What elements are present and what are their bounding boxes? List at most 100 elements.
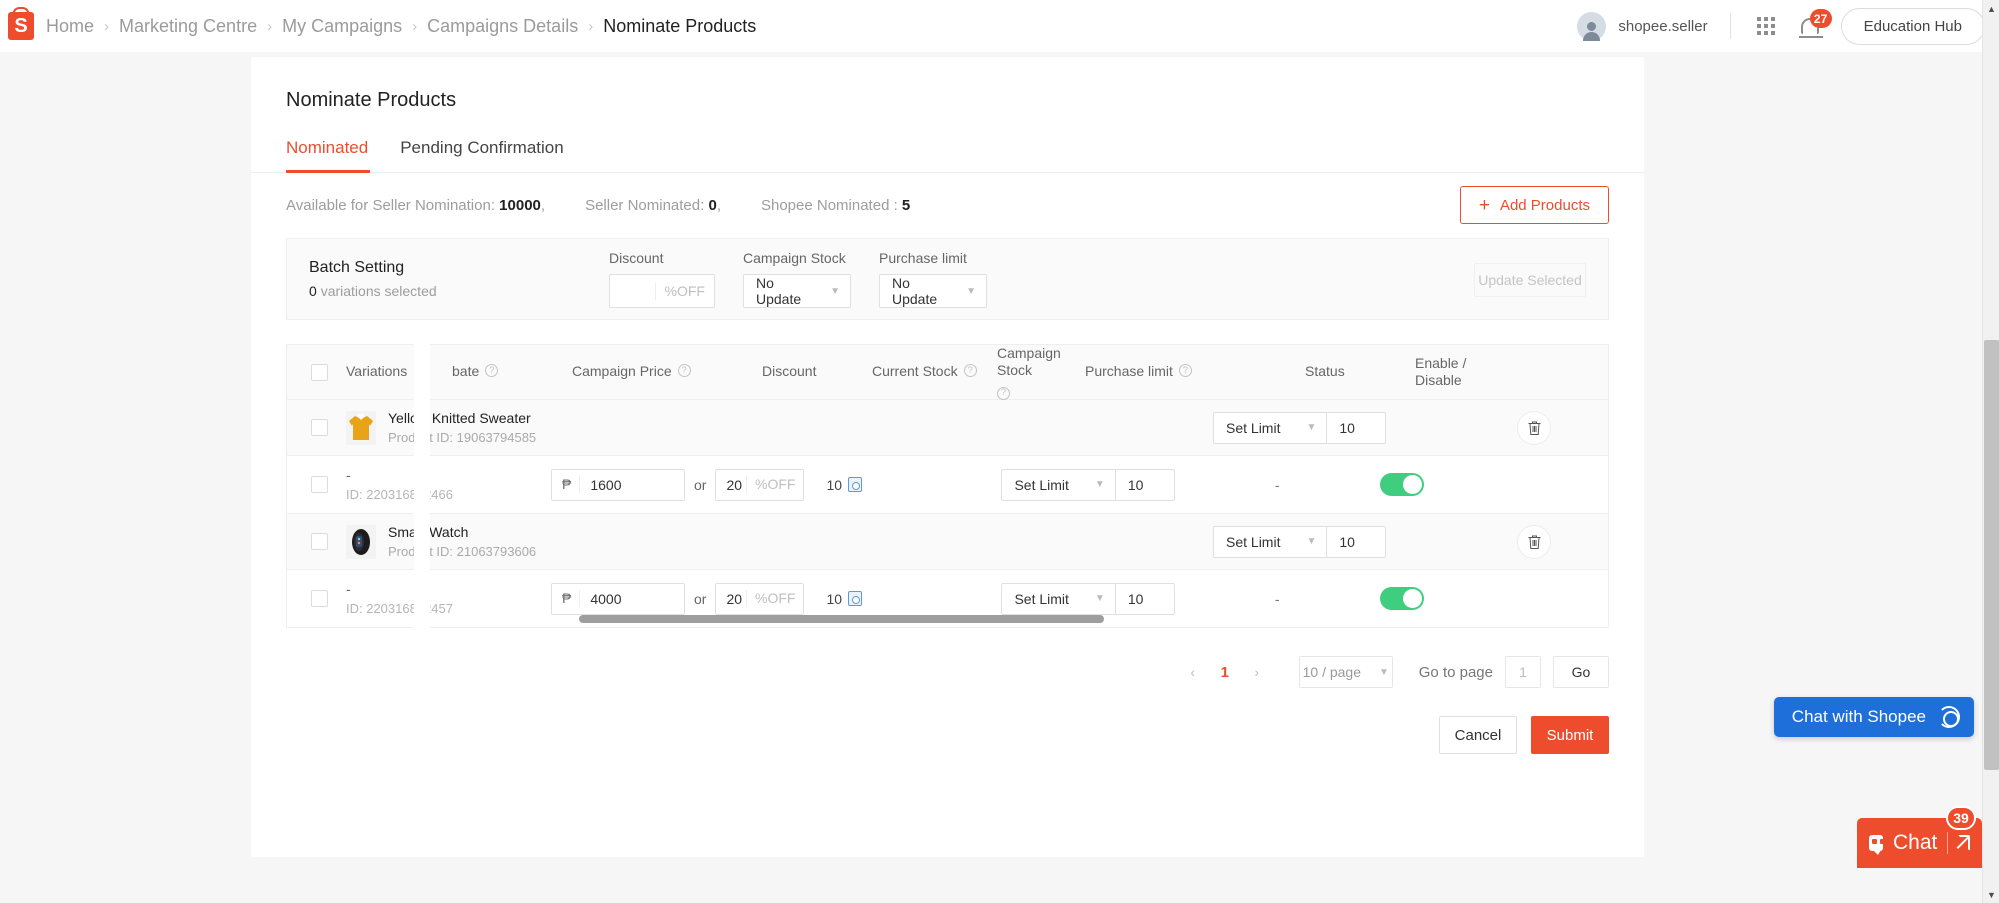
select-all-checkbox[interactable] — [311, 363, 328, 381]
notifications-button[interactable]: 27 — [1798, 9, 1832, 38]
user-menu[interactable]: shopee.seller — [1577, 11, 1729, 41]
or-label: or — [694, 476, 707, 493]
current-stock-cell: 10 — [826, 591, 911, 607]
scrollbar-thumb[interactable] — [1984, 340, 1999, 770]
variation-limit-value-input[interactable]: 10 — [1114, 582, 1175, 615]
update-selected-button[interactable]: Update Selected — [1474, 263, 1586, 297]
product-id: Product ID: 19063794585 — [388, 430, 537, 445]
product-thumbnail — [346, 410, 376, 445]
tab-nominated[interactable]: Nominated — [286, 138, 368, 173]
shopee-logo-icon[interactable]: S — [8, 12, 34, 40]
variation-limit-mode-select[interactable]: Set Limit ▼ — [1001, 468, 1115, 501]
product-row: Yellow Knitted Sweater Product ID: 19063… — [286, 400, 1609, 456]
divider — [1729, 13, 1731, 39]
go-to-page-input[interactable]: 1 — [1505, 656, 1541, 688]
percent-off-suffix: %OFF — [746, 590, 803, 607]
product-id: Product ID: 21063793606 — [388, 544, 537, 559]
scroll-down-arrow-icon[interactable]: ▼ — [1983, 886, 1999, 903]
batch-purchase-limit-field: Purchase limit No Update ▼ — [879, 250, 987, 308]
discount-input[interactable]: 20 %OFF — [715, 582, 805, 615]
product-row-checkbox[interactable] — [311, 419, 328, 436]
chat-with-shopee-button[interactable]: Chat with Shopee — [1773, 697, 1974, 737]
variation-info: - ID: 220316822457 — [346, 581, 456, 616]
batch-purchase-limit-select[interactable]: No Update ▼ — [879, 274, 987, 308]
tab-pending-confirmation[interactable]: Pending Confirmation — [400, 138, 563, 173]
batch-purchase-limit-label: Purchase limit — [879, 250, 967, 266]
product-limit-mode-select[interactable]: Set Limit ▼ — [1213, 525, 1327, 558]
current-stock-cell: 10 — [826, 477, 911, 493]
discount-value: 20 — [726, 590, 743, 607]
enable-disable-toggle[interactable] — [1379, 473, 1424, 496]
product-purchase-limit-group: Set Limit ▼ 10 — [1213, 525, 1387, 558]
cancel-button[interactable]: Cancel — [1439, 716, 1517, 754]
campaign-price-input[interactable]: ₱ 1600 — [551, 468, 685, 501]
enable-disable-toggle[interactable] — [1379, 587, 1424, 610]
go-button[interactable]: Go — [1553, 656, 1609, 688]
chevron-down-icon: ▼ — [1094, 593, 1105, 604]
help-icon[interactable]: ? — [963, 364, 977, 378]
help-icon[interactable]: ? — [1178, 364, 1192, 378]
trash-icon — [1528, 421, 1541, 435]
header-campaign-price-label: Campaign Price — [572, 363, 672, 380]
delete-product-button[interactable] — [1517, 524, 1552, 559]
campaign-price-value: 1600 — [590, 476, 622, 493]
apps-grid-icon[interactable] — [1756, 17, 1775, 35]
footer-actions: Cancel Submit — [251, 688, 1644, 754]
pagination-next-button[interactable]: › — [1241, 656, 1273, 688]
product-row-checkbox[interactable] — [311, 533, 328, 550]
submit-button[interactable]: Submit — [1531, 716, 1609, 754]
pagination: ‹ 1 › 10 / page ▼ Go to page 1 Go — [251, 628, 1644, 688]
product-limit-mode-select[interactable]: Set Limit ▼ — [1213, 411, 1327, 444]
product-limit-value-input[interactable]: 10 — [1326, 411, 1387, 444]
page-size-select[interactable]: 10 / page ▼ — [1298, 656, 1393, 688]
sweater-icon — [349, 413, 373, 442]
pagination-page-1[interactable]: 1 — [1209, 656, 1241, 688]
help-icon[interactable]: ? — [485, 364, 499, 378]
batch-setting-title: Batch Setting — [309, 259, 405, 276]
delete-product-button[interactable] — [1517, 410, 1552, 445]
discount-input[interactable]: 20 %OFF — [715, 468, 805, 501]
table-horizontal-scrollbar[interactable] — [579, 615, 1104, 623]
scroll-up-arrow-icon[interactable]: ▲ — [1983, 0, 1999, 17]
variation-id: ID: 220316822466 — [346, 487, 453, 502]
help-icon[interactable]: ? — [677, 364, 691, 378]
expand-icon[interactable] — [1958, 835, 1970, 851]
chevron-down-icon: ▼ — [1306, 422, 1317, 433]
variation-limit-value-input[interactable]: 10 — [1114, 468, 1175, 501]
campaign-price-input[interactable]: ₱ 4000 — [551, 582, 685, 615]
batch-campaign-stock-select[interactable]: No Update ▼ — [743, 274, 851, 308]
add-products-button[interactable]: + Add Products — [1459, 186, 1609, 224]
batch-selected-count: 0 variations selected — [309, 283, 609, 299]
product-limit-value-input[interactable]: 10 — [1326, 525, 1387, 558]
chat-bubble-icon — [1869, 835, 1885, 855]
page-scrollbar[interactable]: ▲ ▼ — [1982, 0, 1999, 903]
avatar — [1577, 11, 1607, 41]
variation-name: - — [346, 581, 351, 597]
top-bar: S Home › Marketing Centre › My Campaigns… — [0, 0, 1999, 52]
batch-discount-input[interactable]: %OFF — [609, 274, 715, 308]
percent-off-suffix: %OFF — [746, 476, 803, 493]
summary-value: 5 — [901, 197, 911, 214]
education-hub-button[interactable]: Education Hub — [1840, 7, 1985, 45]
watch-icon — [352, 528, 370, 555]
pagination-prev-button[interactable]: ‹ — [1177, 656, 1209, 688]
product-name: Smart Watch — [388, 524, 469, 540]
chat-ring-icon — [1938, 706, 1960, 728]
breadcrumb-item-home[interactable]: Home — [46, 16, 94, 37]
stock-detail-icon[interactable] — [848, 477, 863, 492]
breadcrumb-item-my-campaigns[interactable]: My Campaigns — [282, 16, 402, 37]
products-table: Variations bate ? Campaign Price ? Disco… — [286, 344, 1609, 628]
stock-detail-icon[interactable] — [848, 591, 863, 606]
summary-trailing: , — [540, 197, 546, 214]
chat-widget-button[interactable]: Chat 39 — [1857, 806, 1982, 868]
variation-limit-mode-select[interactable]: Set Limit ▼ — [1001, 582, 1115, 615]
summary-trailing: , — [716, 197, 721, 214]
product-info: Smart Watch Product ID: 21063793606 — [388, 524, 658, 559]
breadcrumb-item-campaigns-details[interactable]: Campaigns Details — [427, 16, 578, 37]
batch-selected-suffix: variations selected — [320, 283, 437, 299]
variation-row-checkbox[interactable] — [311, 476, 328, 493]
help-icon[interactable]: ? — [997, 386, 1010, 400]
chat-widget-label: Chat — [1892, 831, 1938, 854]
breadcrumb-item-marketing-centre[interactable]: Marketing Centre — [119, 16, 257, 37]
variation-row-checkbox[interactable] — [311, 590, 328, 607]
